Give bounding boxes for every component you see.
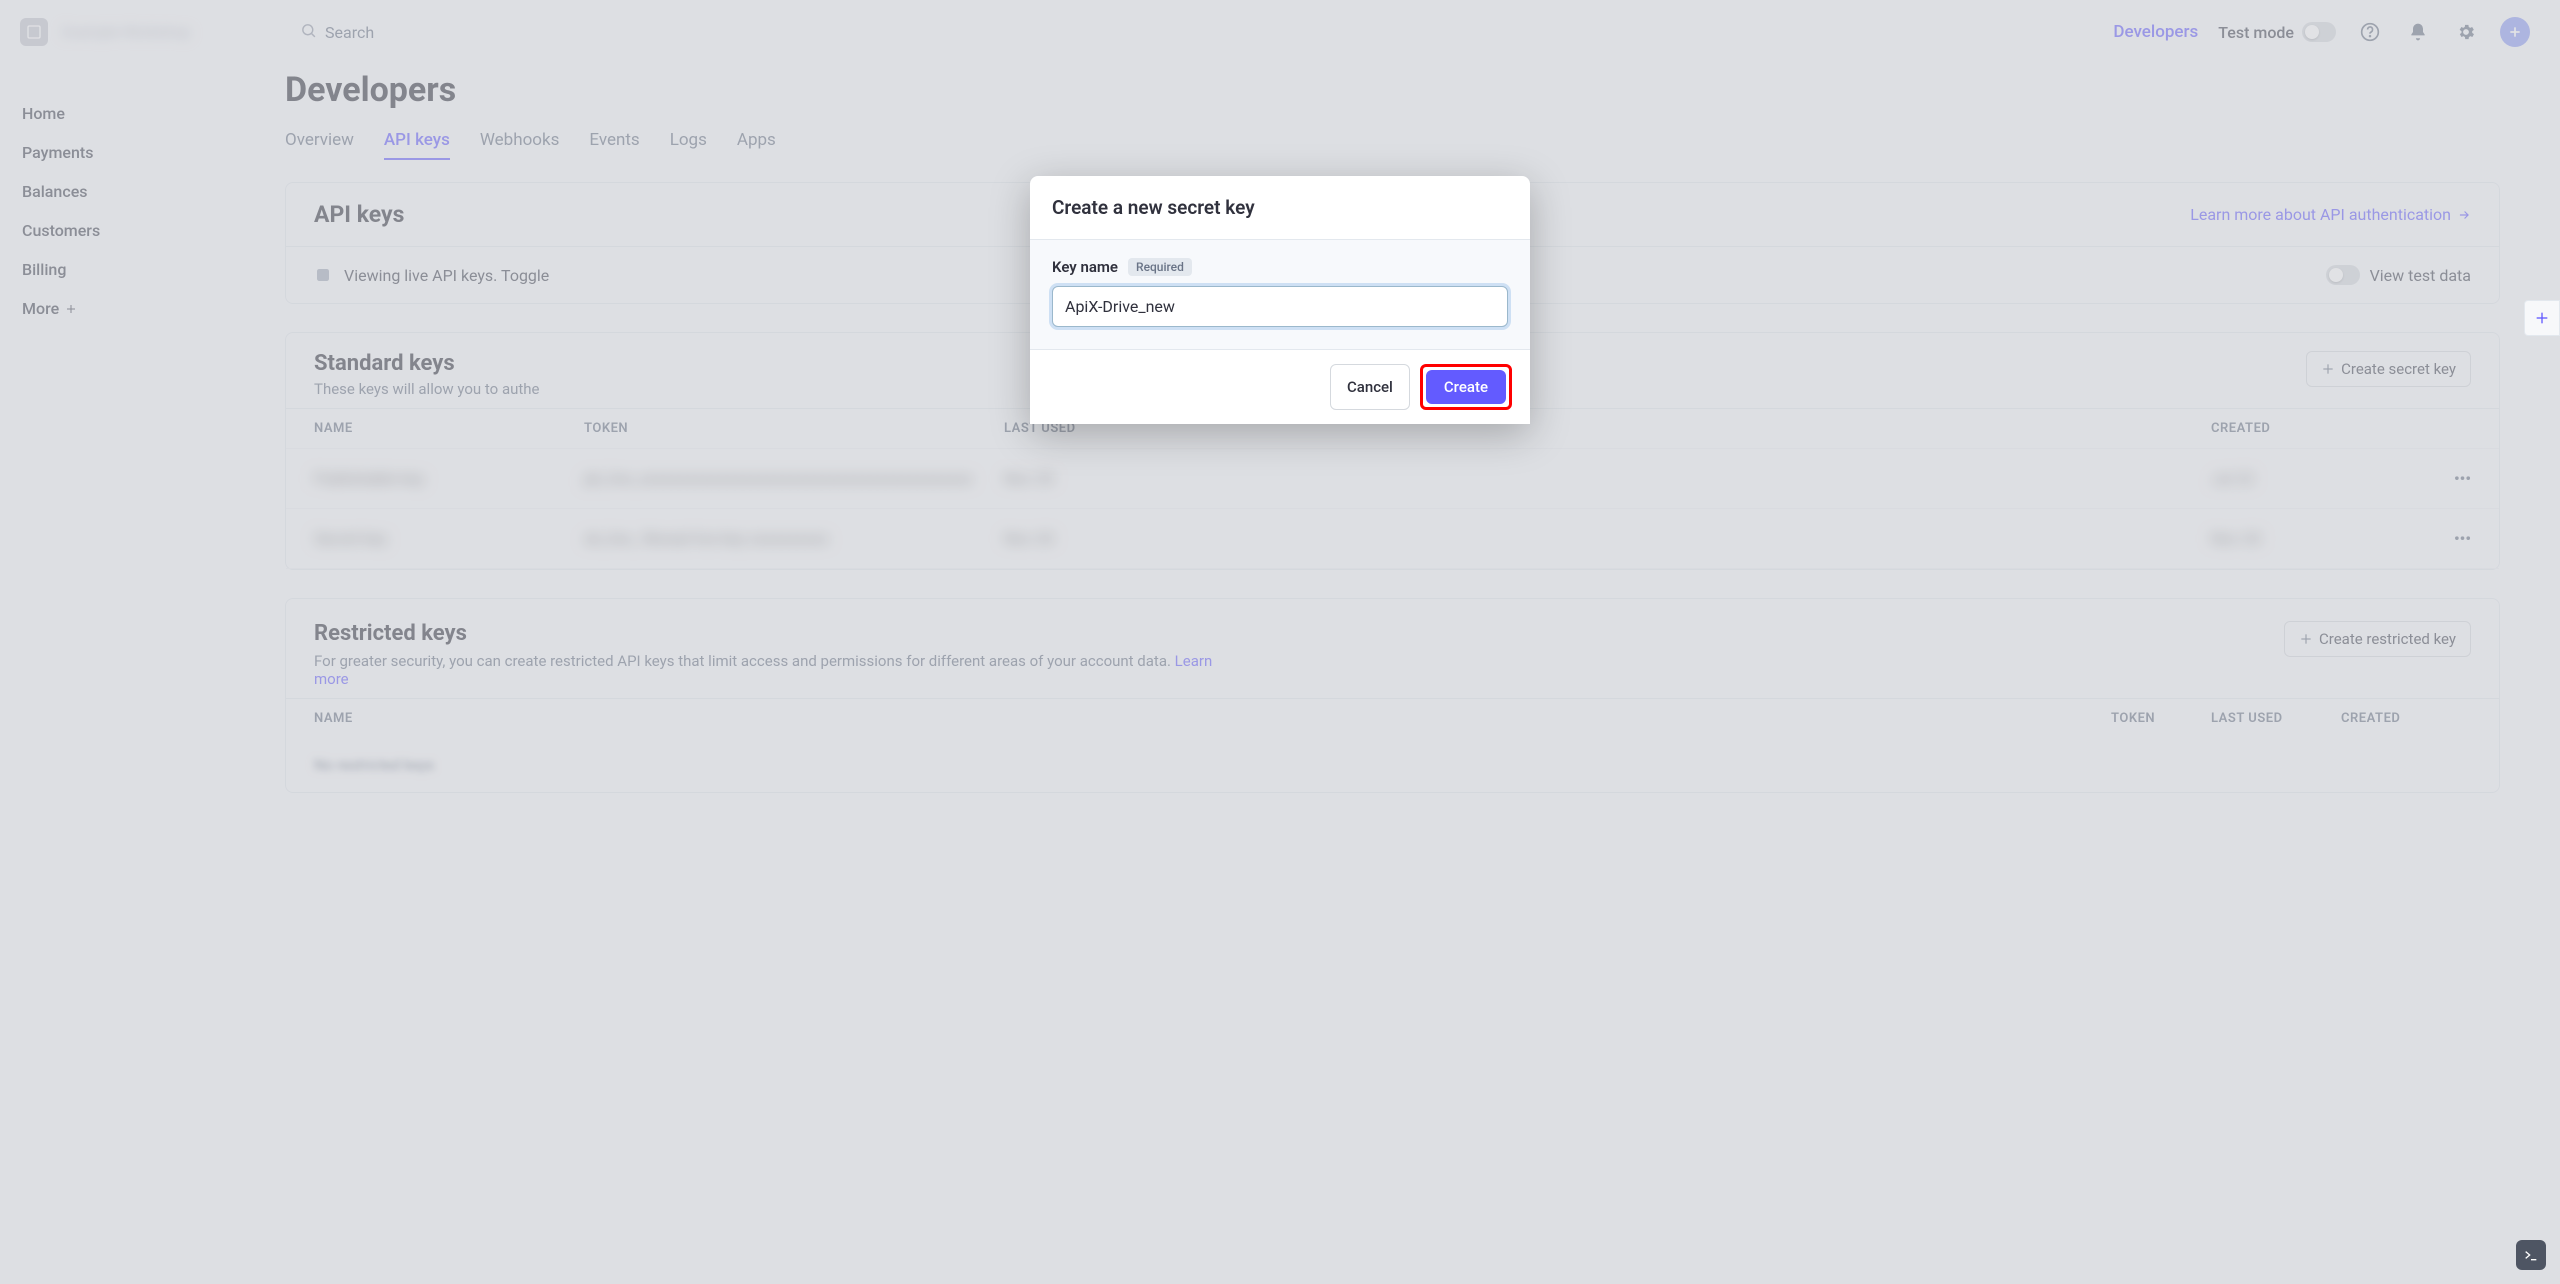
console-button[interactable] bbox=[2516, 1240, 2546, 1270]
cancel-button[interactable]: Cancel bbox=[1330, 364, 1410, 410]
create-secret-key-modal: Create a new secret key Key name Require… bbox=[1030, 176, 1530, 424]
key-name-label-text: Key name bbox=[1052, 258, 1118, 276]
modal-footer: Cancel Create bbox=[1030, 350, 1530, 424]
required-tag: Required bbox=[1128, 258, 1192, 276]
modal-body: Key name Required bbox=[1030, 240, 1530, 350]
key-name-label: Key name Required bbox=[1052, 258, 1508, 276]
floating-add-button[interactable] bbox=[2524, 300, 2560, 336]
modal-title: Create a new secret key bbox=[1030, 176, 1530, 240]
create-button[interactable]: Create bbox=[1426, 370, 1506, 404]
key-name-input[interactable] bbox=[1052, 286, 1508, 327]
create-button-highlight: Create bbox=[1420, 364, 1512, 410]
